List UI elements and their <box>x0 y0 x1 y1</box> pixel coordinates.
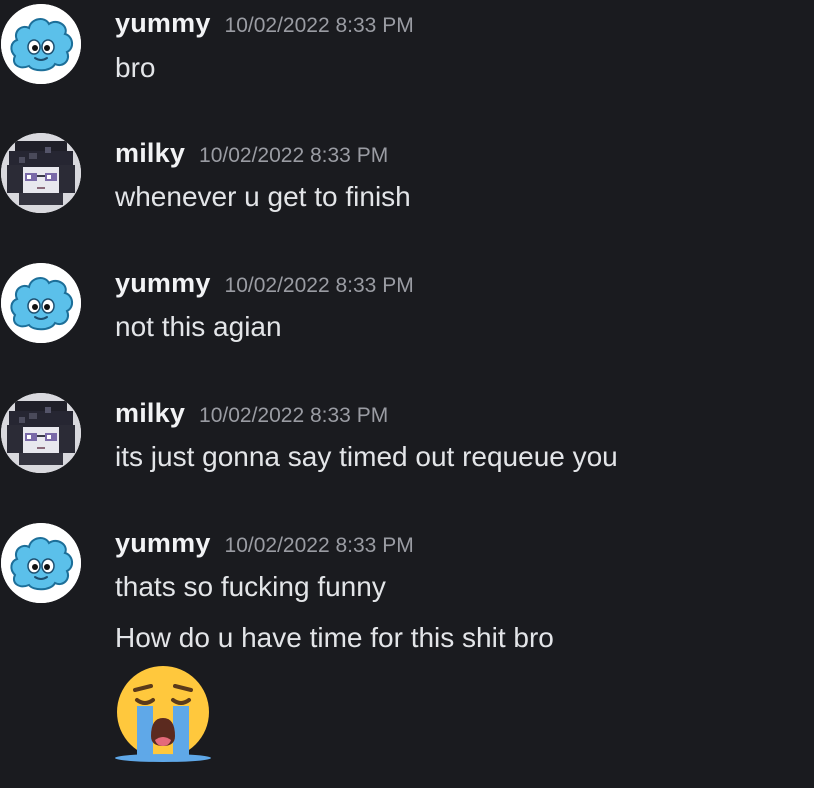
blue-puffle-avatar-icon[interactable] <box>1 523 81 603</box>
message-text: bro <box>115 52 156 83</box>
message-timestamp: 10/02/2022 8:33 PM <box>199 404 389 427</box>
author-name[interactable]: yummy <box>115 528 211 558</box>
pixel-anime-avatar-icon[interactable] <box>1 393 81 473</box>
message-header: yummy 10/02/2022 8:33 PM <box>115 268 414 299</box>
message-text: its just gonna say timed out requeue you <box>115 441 618 472</box>
message-header: milky 10/02/2022 8:33 PM <box>115 138 388 169</box>
message-header: yummy 10/02/2022 8:33 PM <box>115 528 414 559</box>
message-timestamp: 10/02/2022 8:33 PM <box>199 144 389 167</box>
message-timestamp: 10/02/2022 8:33 PM <box>224 14 414 37</box>
message-text: thats so fucking funny <box>115 571 386 602</box>
message-text: not this agian <box>115 311 282 342</box>
blue-puffle-avatar-icon[interactable] <box>1 263 81 343</box>
loudly-crying-face-icon[interactable] <box>113 666 213 767</box>
message-text: whenever u get to finish <box>115 181 411 212</box>
message-header: milky 10/02/2022 8:33 PM <box>115 398 388 429</box>
author-name[interactable]: yummy <box>115 8 211 38</box>
author-name[interactable]: milky <box>115 398 185 428</box>
message-header: yummy 10/02/2022 8:33 PM <box>115 8 414 39</box>
chat-message-list: yummy 10/02/2022 8:33 PM bro milky 10/02/2… <box>0 0 814 788</box>
pixel-anime-avatar-icon[interactable] <box>1 133 81 213</box>
blue-puffle-avatar-icon[interactable] <box>1 4 81 84</box>
message-timestamp: 10/02/2022 8:33 PM <box>224 534 414 557</box>
author-name[interactable]: yummy <box>115 268 211 298</box>
message-timestamp: 10/02/2022 8:33 PM <box>224 274 414 297</box>
message-text: How do u have time for this shit bro <box>115 622 554 653</box>
author-name[interactable]: milky <box>115 138 185 168</box>
